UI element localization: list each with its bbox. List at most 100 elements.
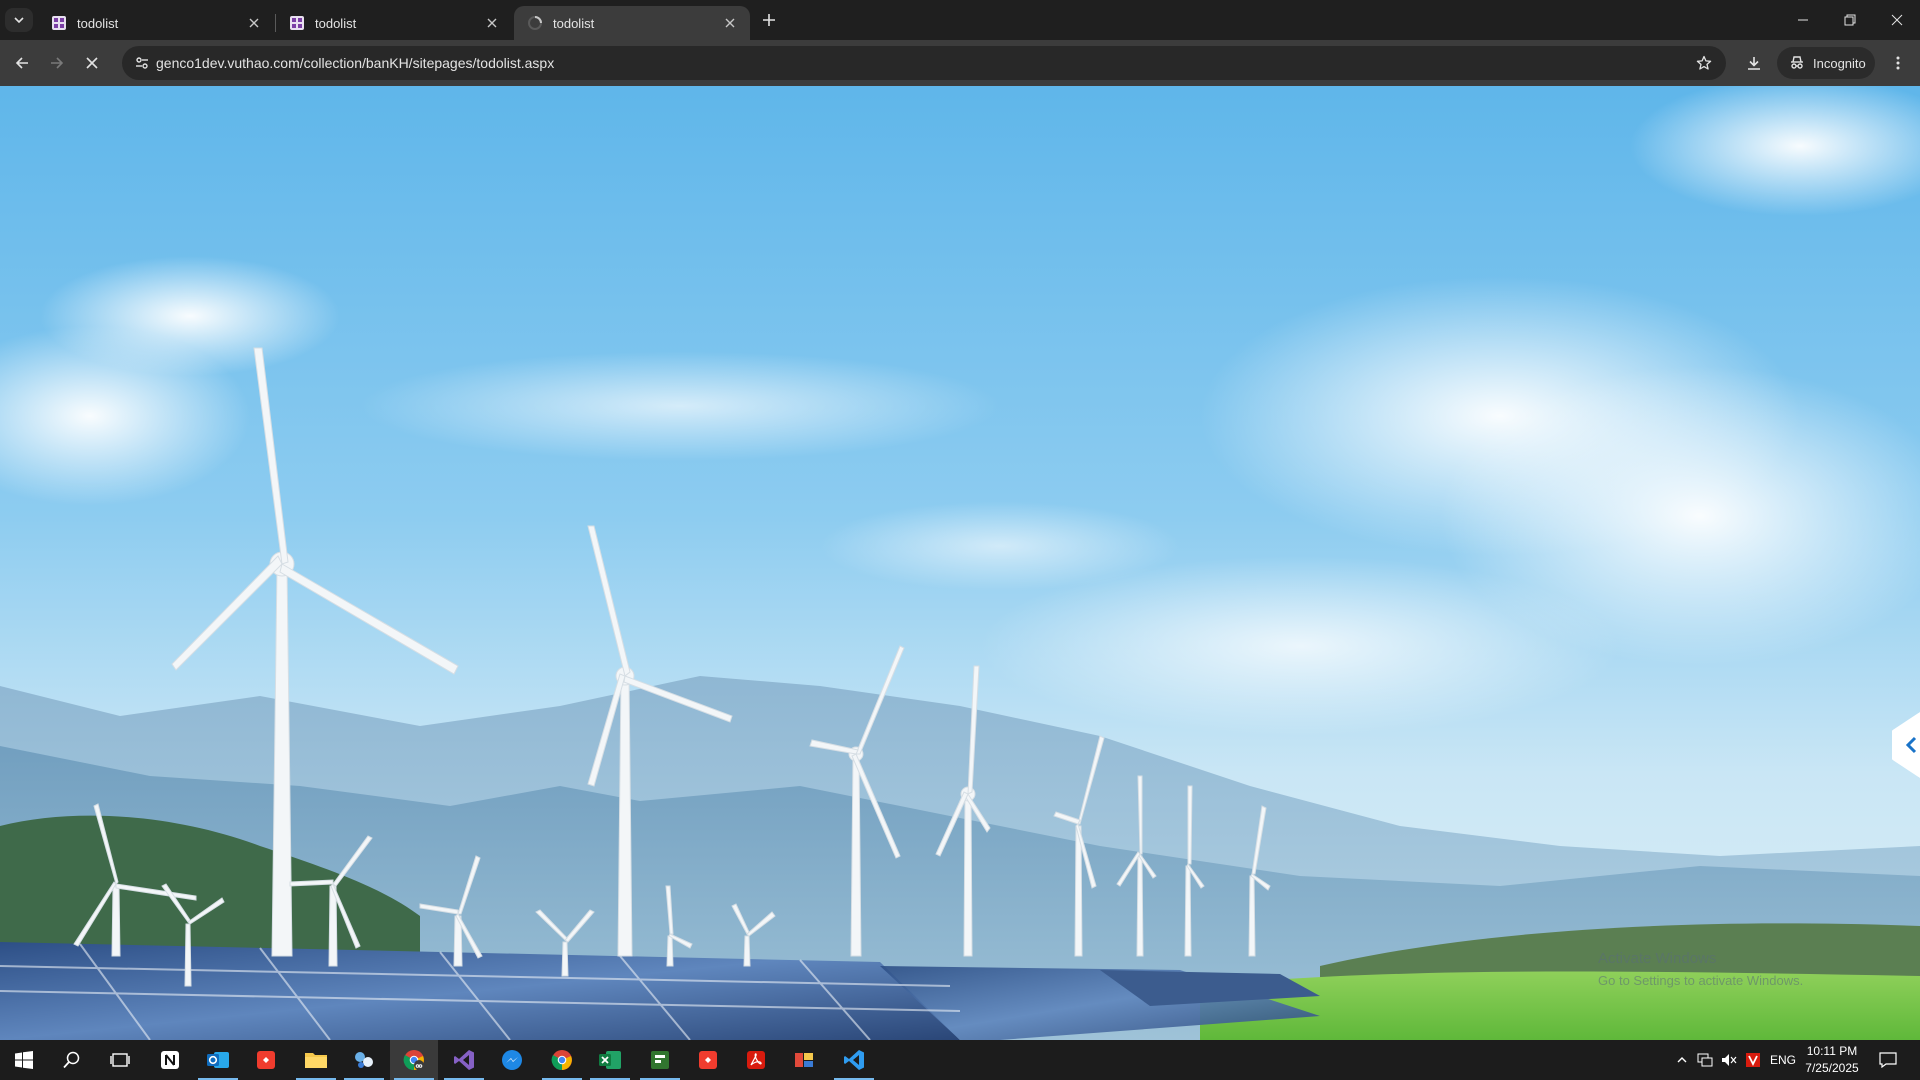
visual-studio-icon	[454, 1050, 474, 1070]
windows-logo-icon	[15, 1051, 33, 1069]
sharepoint-favicon-icon	[52, 16, 66, 30]
unikey-tray-button[interactable]	[1742, 1040, 1764, 1080]
start-button[interactable]	[0, 1040, 48, 1080]
bookmark-button[interactable]	[1692, 51, 1716, 75]
git-icon	[257, 1051, 275, 1069]
clock-date: 7/25/2025	[1805, 1061, 1859, 1075]
outlook-icon	[207, 1052, 229, 1068]
incognito-icon	[1791, 56, 1803, 69]
messenger-app-button[interactable]	[488, 1040, 536, 1080]
sharepoint-favicon-icon	[290, 16, 304, 30]
star-icon	[1696, 55, 1712, 70]
unikey-icon	[1746, 1053, 1760, 1067]
tab-title: todolist	[77, 15, 119, 31]
git-app-button[interactable]	[242, 1040, 290, 1080]
excel-icon	[599, 1051, 621, 1069]
back-button[interactable]	[6, 47, 38, 79]
show-hidden-icons-button[interactable]	[1672, 1040, 1692, 1080]
close-icon	[249, 18, 259, 28]
git-gui-icon	[699, 1051, 717, 1069]
incognito-label: Incognito	[1813, 55, 1866, 71]
activate-windows-watermark: Activate Windows Go to Settings to activ…	[1598, 948, 1803, 992]
tab-title: todolist	[315, 15, 357, 31]
app-button[interactable]	[780, 1040, 828, 1080]
chrome-incognito-button[interactable]	[390, 1040, 438, 1080]
action-center-button[interactable]	[1870, 1040, 1906, 1080]
more-vertical-icon	[1896, 56, 1900, 70]
acrobat-icon	[747, 1051, 765, 1069]
close-icon	[487, 18, 497, 28]
app-icon	[795, 1053, 813, 1067]
task-view-button[interactable]	[96, 1040, 144, 1080]
network-app-icon	[355, 1052, 373, 1068]
close-icon	[1891, 14, 1903, 26]
project-app-button[interactable]	[636, 1040, 684, 1080]
browser-toolbar: genco1dev.vuthao.com/collection/banKH/si…	[0, 40, 1920, 86]
loading-spinner-icon	[528, 16, 542, 30]
tune-icon	[136, 57, 148, 69]
notification-icon	[1879, 1052, 1897, 1068]
browser-menu-button[interactable]	[1882, 47, 1914, 79]
wind-solar-background-image	[0, 86, 1920, 1040]
tab-todolist-1[interactable]: todolist	[38, 6, 274, 40]
folder-icon	[305, 1053, 327, 1068]
restore-button[interactable]	[1827, 0, 1873, 40]
chevron-down-icon	[14, 17, 24, 24]
tab-title: todolist	[553, 15, 595, 31]
close-icon	[725, 18, 735, 28]
chevron-left-icon	[1905, 736, 1917, 754]
messenger-icon	[502, 1050, 522, 1070]
vscode-icon	[844, 1050, 864, 1070]
notion-icon	[161, 1051, 179, 1069]
volume-tray-button[interactable]	[1718, 1040, 1740, 1080]
forward-button[interactable]	[41, 47, 73, 79]
vscode-button[interactable]	[830, 1040, 878, 1080]
file-explorer-button[interactable]	[292, 1040, 340, 1080]
network-icon	[1697, 1053, 1713, 1067]
excel-button[interactable]	[586, 1040, 634, 1080]
downloads-button[interactable]	[1738, 47, 1770, 79]
windows-taskbar: ENG 10:11 PM 7/25/2025	[0, 1040, 1920, 1080]
chevron-up-icon	[1677, 1057, 1687, 1063]
tab-close-button[interactable]	[720, 13, 740, 33]
incognito-indicator[interactable]: Incognito	[1777, 47, 1875, 79]
clock-time: 10:11 PM	[1806, 1044, 1858, 1058]
watermark-subtitle: Go to Settings to activate Windows.	[1598, 973, 1804, 988]
address-bar[interactable]: genco1dev.vuthao.com/collection/banKH/si…	[122, 46, 1726, 80]
download-icon	[1748, 57, 1760, 70]
tab-todolist-active[interactable]: todolist	[514, 6, 750, 40]
minimize-icon	[1798, 19, 1808, 21]
tab-close-button[interactable]	[244, 13, 264, 33]
notion-app-button[interactable]	[146, 1040, 194, 1080]
close-window-button[interactable]	[1874, 0, 1920, 40]
git-gui-button[interactable]	[684, 1040, 732, 1080]
chrome-icon	[551, 1050, 572, 1071]
taskbar-search-button[interactable]	[48, 1040, 96, 1080]
clock[interactable]: 10:11 PM 7/25/2025	[1800, 1043, 1864, 1077]
acrobat-button[interactable]	[732, 1040, 780, 1080]
minimize-button[interactable]	[1780, 0, 1826, 40]
search-icon	[63, 1051, 80, 1069]
volume-muted-icon	[1722, 1054, 1737, 1066]
watermark-title: Activate Windows	[1598, 950, 1717, 967]
tab-strip: todolist todolist todolist	[0, 0, 1920, 40]
page-content: Activate Windows Go to Settings to activ…	[0, 86, 1920, 1040]
tab-close-button[interactable]	[482, 13, 502, 33]
plus-icon	[763, 14, 775, 26]
tab-search-button[interactable]	[5, 8, 33, 32]
chrome-button[interactable]	[538, 1040, 586, 1080]
site-info-button[interactable]	[130, 51, 154, 75]
stop-loading-button[interactable]	[76, 47, 108, 79]
task-view-icon	[110, 1053, 130, 1067]
network-tray-button[interactable]	[1694, 1040, 1716, 1080]
close-icon	[86, 57, 98, 69]
new-tab-button[interactable]	[755, 8, 783, 32]
visual-studio-button[interactable]	[440, 1040, 488, 1080]
url-text[interactable]: genco1dev.vuthao.com/collection/banKH/si…	[156, 46, 554, 80]
outlook-app-button[interactable]	[194, 1040, 242, 1080]
arrow-right-icon	[51, 57, 64, 69]
language-indicator[interactable]: ENG	[1766, 1040, 1800, 1080]
tab-todolist-2[interactable]: todolist	[276, 6, 512, 40]
chrome-incognito-icon	[403, 1050, 424, 1071]
network-app-button[interactable]	[340, 1040, 388, 1080]
